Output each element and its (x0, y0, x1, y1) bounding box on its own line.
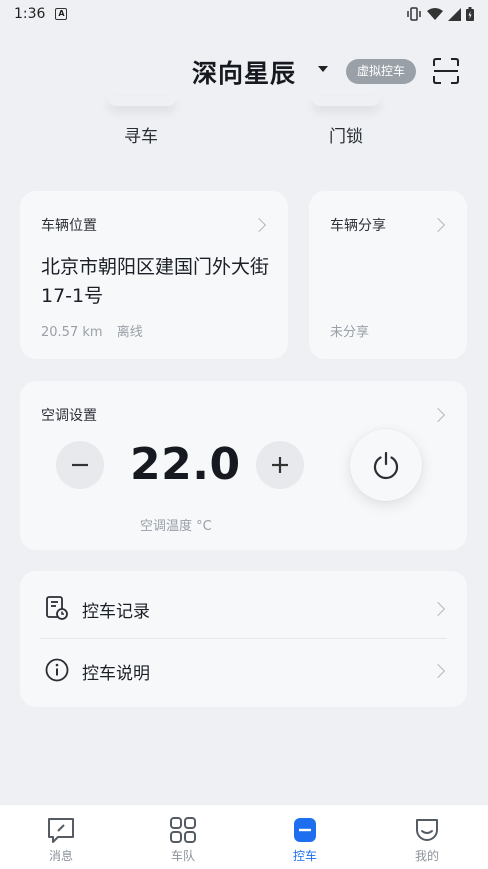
chevron-right-icon (251, 217, 267, 233)
ac-card-title: 空调设置 (41, 408, 97, 424)
vehicle-address: 北京市朝阳区建国门外大街17-1号 (41, 256, 270, 307)
quick-actions: 寻车 门锁 (0, 96, 488, 156)
share-status: 未分享 (330, 325, 370, 340)
chevron-right-icon (430, 217, 446, 233)
battery-icon (466, 7, 474, 21)
car-control-icon (294, 818, 316, 842)
ac-power-button[interactable] (350, 429, 422, 501)
ac-settings-card: 空调设置 22.0 空调温度 °C (20, 381, 467, 550)
tab-fleet[interactable]: 车队 (122, 805, 244, 869)
decrease-temp-button[interactable] (56, 441, 104, 489)
temperature-value: 22.0 (130, 439, 241, 490)
vehicle-selector-title[interactable]: 深向星辰 (192, 54, 296, 90)
vehicle-distance: 20.57 km (41, 325, 103, 340)
chevron-right-icon (430, 601, 446, 617)
power-icon (373, 451, 399, 480)
door-lock-label[interactable]: 门锁 (329, 122, 363, 147)
increase-temp-button[interactable] (256, 441, 304, 489)
control-instructions-item[interactable]: 控车说明 (20, 639, 467, 701)
find-car-icon[interactable] (107, 96, 177, 106)
header: 深向星辰 虚拟控车 (0, 50, 488, 94)
location-meta: 20.57 km 离线 (41, 321, 143, 340)
minus-icon (72, 463, 88, 467)
temperature-label: 空调温度 °C (140, 519, 212, 534)
status-time: 1:36 (14, 6, 46, 22)
vehicle-online-status: 离线 (116, 325, 143, 340)
find-car-label[interactable]: 寻车 (124, 122, 158, 147)
smile-icon (416, 819, 438, 841)
tab-messages[interactable]: 消息 (0, 805, 122, 869)
vehicle-location-card[interactable]: 车辆位置 北京市朝阳区建国门外大街17-1号 20.57 km 离线 (20, 191, 288, 359)
plus-icon (272, 457, 288, 473)
notification-a-icon: A (55, 8, 68, 20)
control-records-label: 控车记录 (82, 602, 150, 622)
location-card-title: 车辆位置 (41, 218, 97, 234)
chevron-right-icon (430, 663, 446, 679)
vehicle-share-card[interactable]: 车辆分享 未分享 (309, 191, 467, 359)
grid-icon (170, 817, 196, 843)
info-icon (45, 658, 69, 682)
wifi-icon (427, 7, 443, 20)
tab-control-label: 控车 (292, 849, 317, 863)
tab-fleet-label: 车队 (170, 849, 195, 863)
share-card-title: 车辆分享 (330, 218, 386, 234)
scan-icon[interactable] (432, 57, 460, 85)
tab-messages-label: 消息 (48, 849, 73, 863)
bottom-tab-bar: 消息 车队 控车 我的 (0, 804, 488, 869)
vibrate-icon (407, 7, 421, 21)
message-icon (48, 818, 74, 843)
status-bar: 1:36 A (0, 0, 488, 28)
tab-profile-label: 我的 (414, 849, 439, 863)
status-icons (406, 7, 474, 21)
tab-profile[interactable]: 我的 (366, 805, 488, 869)
menu-card: 控车记录 控车说明 (20, 571, 467, 707)
door-lock-icon[interactable] (311, 96, 381, 106)
control-records-item[interactable]: 控车记录 (20, 577, 467, 639)
tab-control[interactable]: 控车 (244, 805, 366, 869)
records-icon (46, 596, 68, 620)
virtual-control-badge[interactable]: 虚拟控车 (346, 59, 417, 84)
control-instructions-label: 控车说明 (82, 664, 150, 684)
ac-settings-chevron-right-icon[interactable] (430, 407, 446, 423)
signal-icon (448, 7, 461, 21)
chevron-down-icon[interactable] (318, 66, 328, 72)
